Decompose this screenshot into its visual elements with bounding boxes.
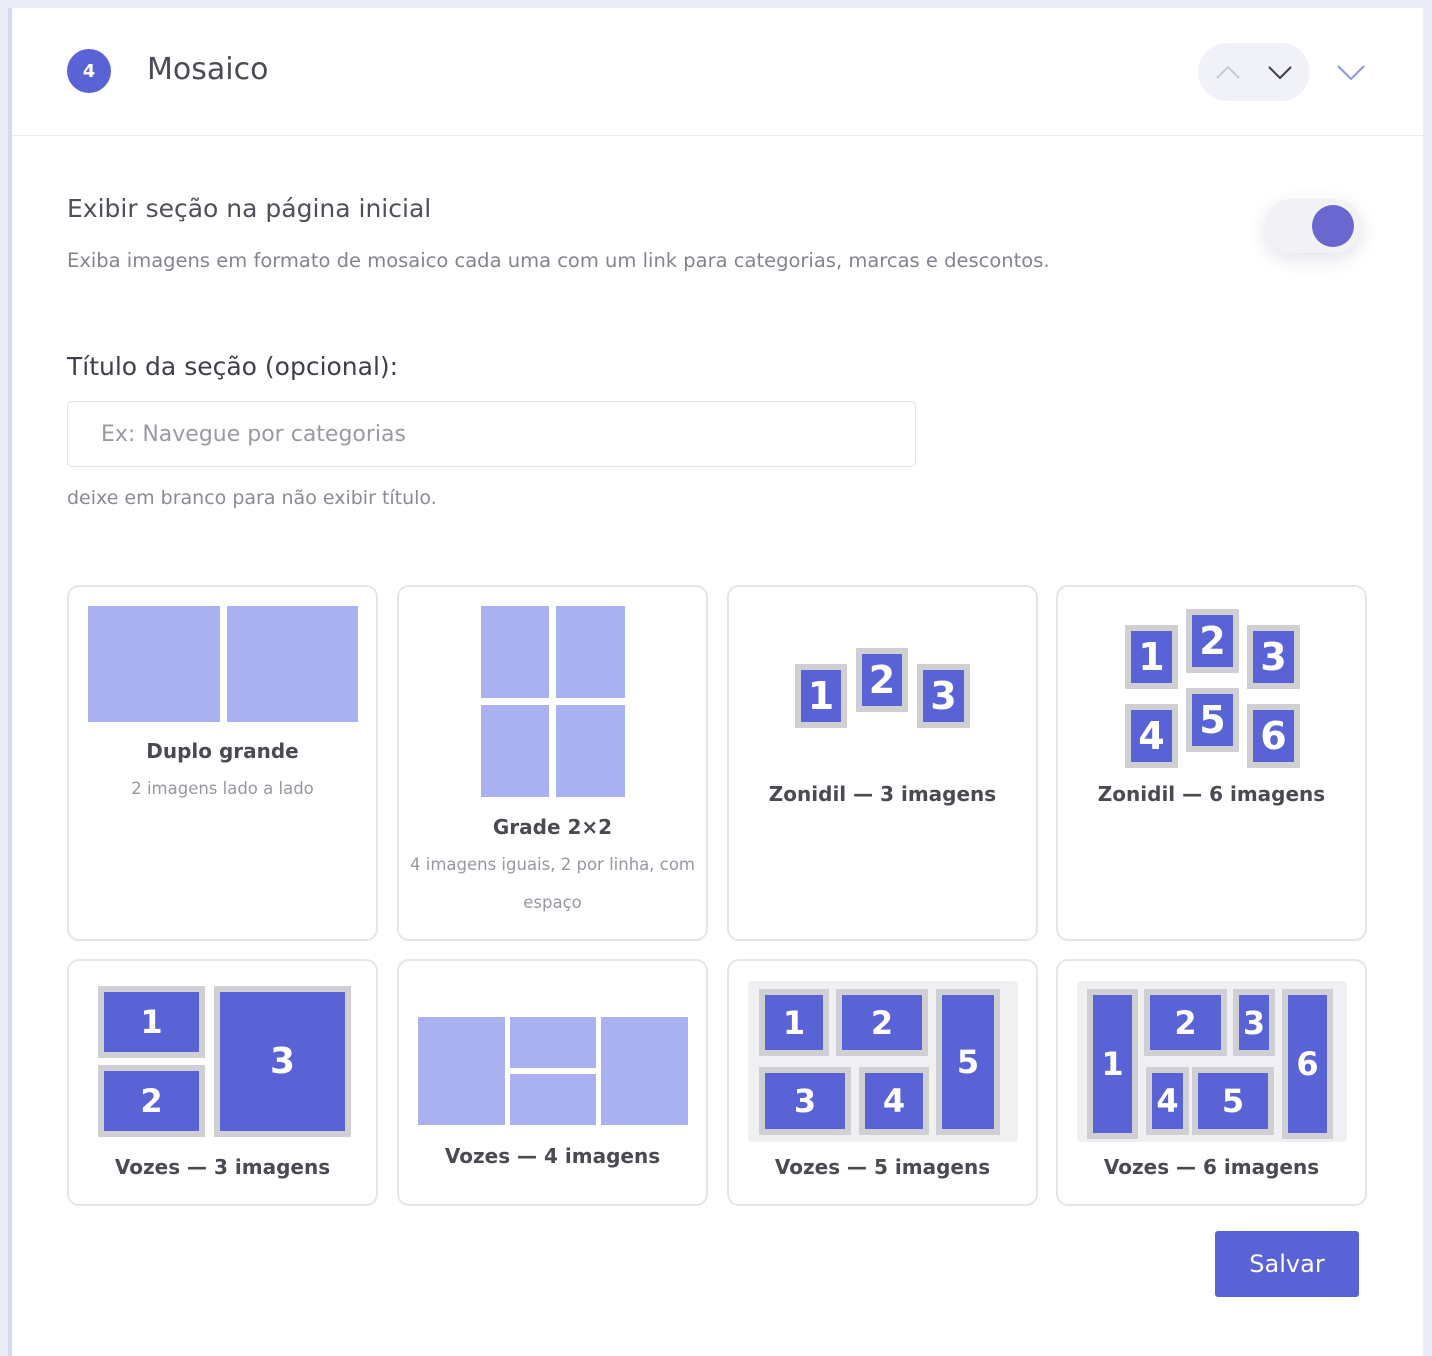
show-on-homepage-description: Exiba imagens em formato de mosaico cada… (67, 249, 1050, 272)
panel-left-border (8, 8, 12, 1356)
layout-preview-tile: 2 (98, 1065, 205, 1137)
layout-preview-block (556, 705, 625, 797)
layout-preview-block (510, 1017, 596, 1068)
section-title-input[interactable] (67, 401, 916, 467)
chevron-down-icon (1337, 65, 1365, 81)
layout-preview-tile: 5 (1192, 1067, 1274, 1135)
layout-name: Grade 2×2 (492, 815, 613, 839)
layout-card-vozes-6[interactable]: 1 2 3 4 5 6 Vozes — 6 imagens (1056, 959, 1367, 1206)
layout-card-vozes-5[interactable]: 1 2 3 4 5 Vozes — 5 imagens (727, 959, 1038, 1206)
move-up-button[interactable] (1208, 52, 1248, 92)
layout-name: Duplo grande (146, 739, 299, 763)
layout-card-grade-2x2[interactable]: Grade 2×2 4 imagens iguais, 2 por linha,… (397, 585, 708, 941)
layout-preview-tile: 2 (836, 989, 928, 1056)
layout-name: Vozes — 3 imagens (114, 1155, 331, 1179)
layout-description: 2 imagens lado a lado (131, 779, 314, 798)
layout-description: 4 imagens iguais, 2 por linha, com espaç… (410, 855, 695, 912)
layout-preview-tile: 3 (1233, 989, 1275, 1056)
chevron-down-icon (1268, 66, 1292, 80)
layout-preview-tile: 1 (759, 989, 829, 1056)
layout-preview-tile: 3 (759, 1067, 851, 1135)
layout-preview-tile: 5 (936, 989, 1000, 1135)
layout-card-duplo-grande[interactable]: Duplo grande 2 imagens lado a lado (67, 585, 378, 941)
show-on-homepage-label: Exibir seção na página inicial (67, 194, 432, 223)
layout-preview-block (510, 1074, 596, 1125)
layout-preview-block (481, 606, 549, 698)
section-header: 4 Mosaico (12, 8, 1423, 136)
layout-preview-block (481, 705, 549, 797)
layout-preview-tile: 1 (1125, 625, 1178, 689)
layout-preview-tile: 3 (917, 664, 970, 728)
section-title: Mosaico (147, 52, 269, 87)
layout-preview-tile: 4 (859, 1067, 929, 1135)
layout-card-vozes-4[interactable]: Vozes — 4 imagens (397, 959, 708, 1206)
collapse-section-button[interactable] (1330, 51, 1372, 93)
layout-name: Vozes — 5 imagens (774, 1155, 991, 1179)
toggle-knob (1312, 205, 1354, 247)
move-down-button[interactable] (1260, 52, 1300, 92)
layout-preview-tile: 1 (98, 986, 205, 1058)
layout-preview-tile: 6 (1282, 989, 1333, 1139)
layout-preview-tile: 4 (1125, 704, 1178, 768)
layout-preview-tile: 2 (1144, 989, 1227, 1056)
layout-preview-block (556, 606, 625, 698)
layout-preview-block (418, 1017, 505, 1125)
show-on-homepage-toggle[interactable] (1265, 199, 1361, 253)
layout-card-zonidil-6[interactable]: 1 2 3 4 5 6 Zonidil — 6 imagens (1056, 585, 1367, 941)
layout-card-vozes-3[interactable]: 1 2 3 Vozes — 3 imagens (67, 959, 378, 1206)
section-title-label: Título da seção (opcional): (67, 352, 399, 381)
layout-preview-tile: 2 (1186, 609, 1239, 673)
layout-name: Vozes — 6 imagens (1103, 1155, 1320, 1179)
layout-preview-block (88, 606, 220, 722)
layout-preview-tile: 3 (214, 986, 351, 1137)
step-badge: 4 (67, 49, 111, 93)
layout-preview-tile: 2 (856, 648, 908, 712)
layout-preview-block (601, 1017, 688, 1125)
layout-preview-tile: 1 (795, 664, 847, 728)
layout-preview-tile: 5 (1186, 688, 1239, 752)
layout-name: Zonidil — 6 imagens (1097, 782, 1326, 806)
save-button[interactable]: Salvar (1215, 1231, 1359, 1297)
reorder-controls (1198, 43, 1310, 101)
layout-preview-block (227, 606, 358, 722)
layout-preview-tile: 1 (1087, 989, 1138, 1139)
layout-preview-tile: 6 (1247, 704, 1300, 768)
layout-name: Zonidil — 3 imagens (768, 782, 997, 806)
layout-preview-tile: 3 (1247, 625, 1300, 689)
section-title-hint: deixe em branco para não exibir título. (67, 487, 437, 509)
layout-name: Vozes — 4 imagens (444, 1144, 661, 1168)
layout-preview-tile: 4 (1146, 1067, 1189, 1135)
chevron-up-icon (1216, 65, 1240, 79)
layout-card-zonidil-3[interactable]: 1 2 3 Zonidil — 3 imagens (727, 585, 1038, 941)
